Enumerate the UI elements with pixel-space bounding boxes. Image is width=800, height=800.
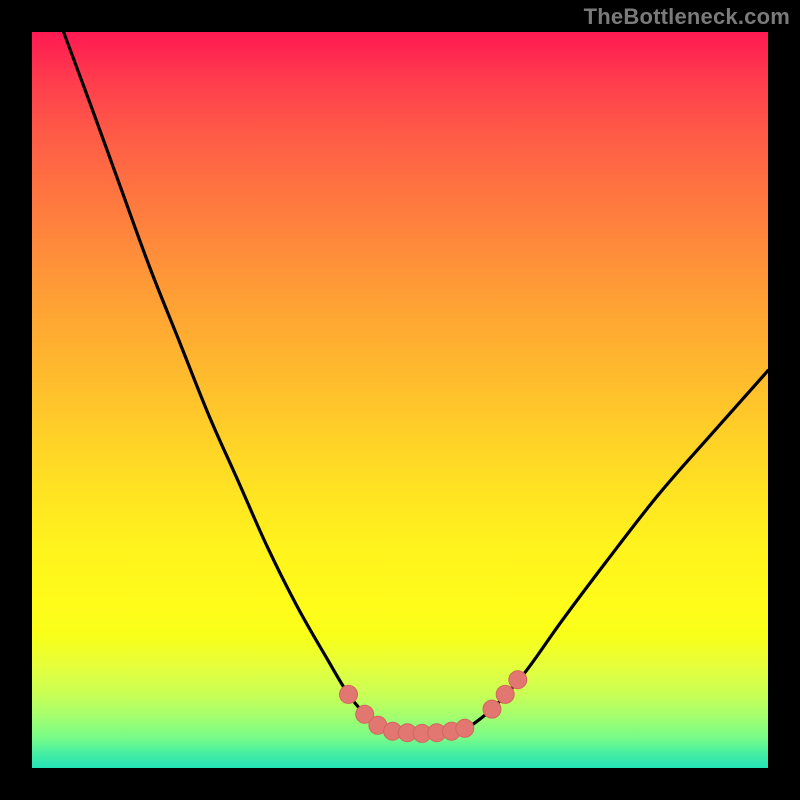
curve-marker <box>496 685 514 703</box>
plot-area <box>32 32 768 768</box>
curve-marker <box>483 700 501 718</box>
curve-marker <box>340 685 358 703</box>
marker-group <box>340 671 527 743</box>
curve-marker <box>456 719 474 737</box>
bottleneck-curve <box>64 32 768 733</box>
watermark-text: TheBottleneck.com <box>584 4 790 30</box>
curve-layer <box>32 32 768 768</box>
curve-marker <box>509 671 527 689</box>
chart-frame: TheBottleneck.com <box>0 0 800 800</box>
